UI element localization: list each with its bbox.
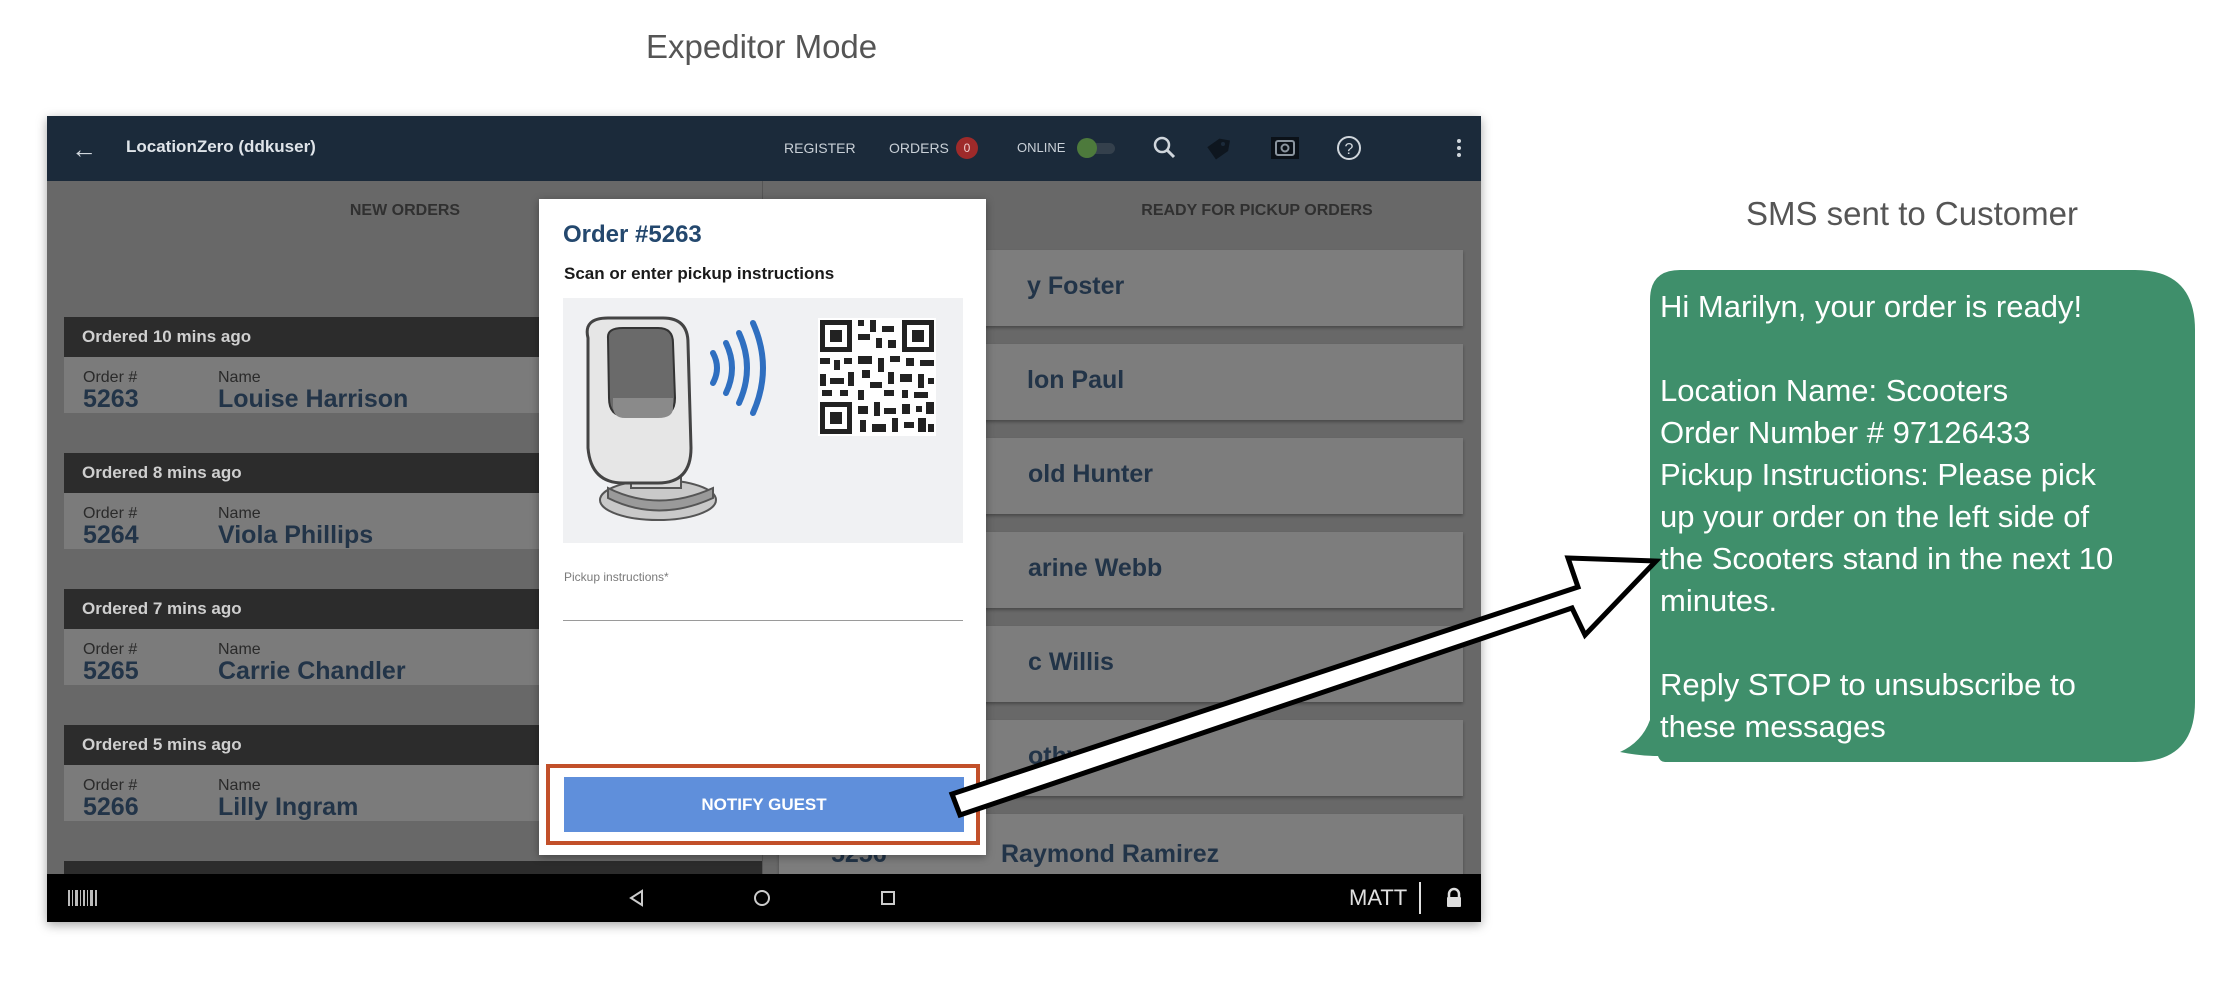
top-app-bar: ← LocationZero (ddkuser) REGISTER ORDERS…: [47, 116, 1481, 181]
sms-line: Hi Marilyn, your order is ready!: [1660, 289, 2083, 324]
sms-caption: SMS sent to Customer: [1746, 195, 2078, 232]
barcode-icon[interactable]: [67, 888, 99, 908]
ready-orders-header-label: READY FOR PICKUP ORDERS: [1141, 202, 1373, 219]
back-arrow-icon[interactable]: ←: [71, 134, 97, 165]
order-number: 5266: [83, 793, 139, 821]
pickup-name: old Hunter: [1028, 460, 1153, 488]
svg-text:?: ?: [1345, 141, 1354, 158]
nav-separator: [1419, 882, 1421, 914]
sms-line: Order Number # 97126433: [1660, 415, 2031, 450]
orders-count-badge: 0: [956, 137, 978, 159]
scanner-qr-illustration: [563, 298, 963, 543]
pickup-name: lon Paul: [1027, 366, 1125, 394]
location-title: LocationZero (ddkuser): [126, 137, 316, 156]
sms-line: these messages: [1660, 709, 1886, 744]
pickup-instructions-input[interactable]: [563, 585, 963, 621]
online-toggle[interactable]: [1077, 136, 1117, 160]
page: Expeditor Mode SMS sent to Customer ← Lo…: [0, 0, 2234, 986]
order-name: Louise Harrison: [218, 385, 409, 413]
more-vert-icon[interactable]: [1443, 132, 1475, 164]
order-name: Lilly Ingram: [218, 793, 359, 821]
recents-square-icon[interactable]: [878, 888, 898, 908]
pickup-instructions-label: Pickup instructions*: [564, 570, 669, 584]
expeditor-mode-caption: Expeditor Mode: [646, 28, 878, 65]
sms-line: Location Name: Scooters: [1660, 373, 2009, 408]
callout-arrow: [948, 555, 1662, 819]
help-icon[interactable]: ?: [1333, 132, 1365, 164]
notify-guest-button[interactable]: NOTIFY GUEST: [564, 777, 964, 832]
search-icon[interactable]: [1149, 132, 1181, 164]
tag-icon[interactable]: [1202, 132, 1234, 164]
order-dialog: Order #5263 Scan or enter pickup instruc…: [539, 199, 986, 855]
order-number: 5265: [83, 657, 139, 685]
lock-icon[interactable]: [1442, 886, 1466, 910]
order-name: Viola Phillips: [218, 521, 374, 549]
order-name: Carrie Chandler: [218, 657, 406, 685]
system-nav-bar: MATT: [47, 874, 1481, 922]
sms-line: [1660, 328, 2200, 370]
sms-line: minutes.: [1660, 583, 1778, 618]
sms-line: the Scooters stand in the next 10: [1660, 541, 2114, 576]
qr-code-icon: [818, 318, 936, 436]
sms-line: [1660, 622, 2200, 664]
order-number: 5263: [83, 385, 139, 413]
home-circle-icon[interactable]: [752, 888, 772, 908]
sms-message: Hi Marilyn, your order is ready! Locatio…: [1660, 286, 2200, 748]
sms-line: Pickup Instructions: Please pick: [1660, 457, 2096, 492]
camera-icon[interactable]: [1269, 132, 1301, 164]
orders-tab[interactable]: ORDERS: [889, 140, 949, 156]
dialog-subtitle: Scan or enter pickup instructions: [564, 264, 835, 283]
register-tab[interactable]: REGISTER: [784, 140, 856, 156]
online-label: ONLINE: [1017, 140, 1066, 155]
sms-line: up your order on the left side of: [1660, 499, 2090, 534]
current-user[interactable]: MATT: [1349, 885, 1407, 911]
dialog-title: Order #5263: [563, 221, 702, 248]
back-triangle-icon[interactable]: [627, 888, 647, 908]
sms-line: Reply STOP to unsubscribe to: [1660, 667, 2076, 702]
pickup-name: y Foster: [1027, 272, 1125, 300]
order-number: 5264: [83, 521, 139, 549]
